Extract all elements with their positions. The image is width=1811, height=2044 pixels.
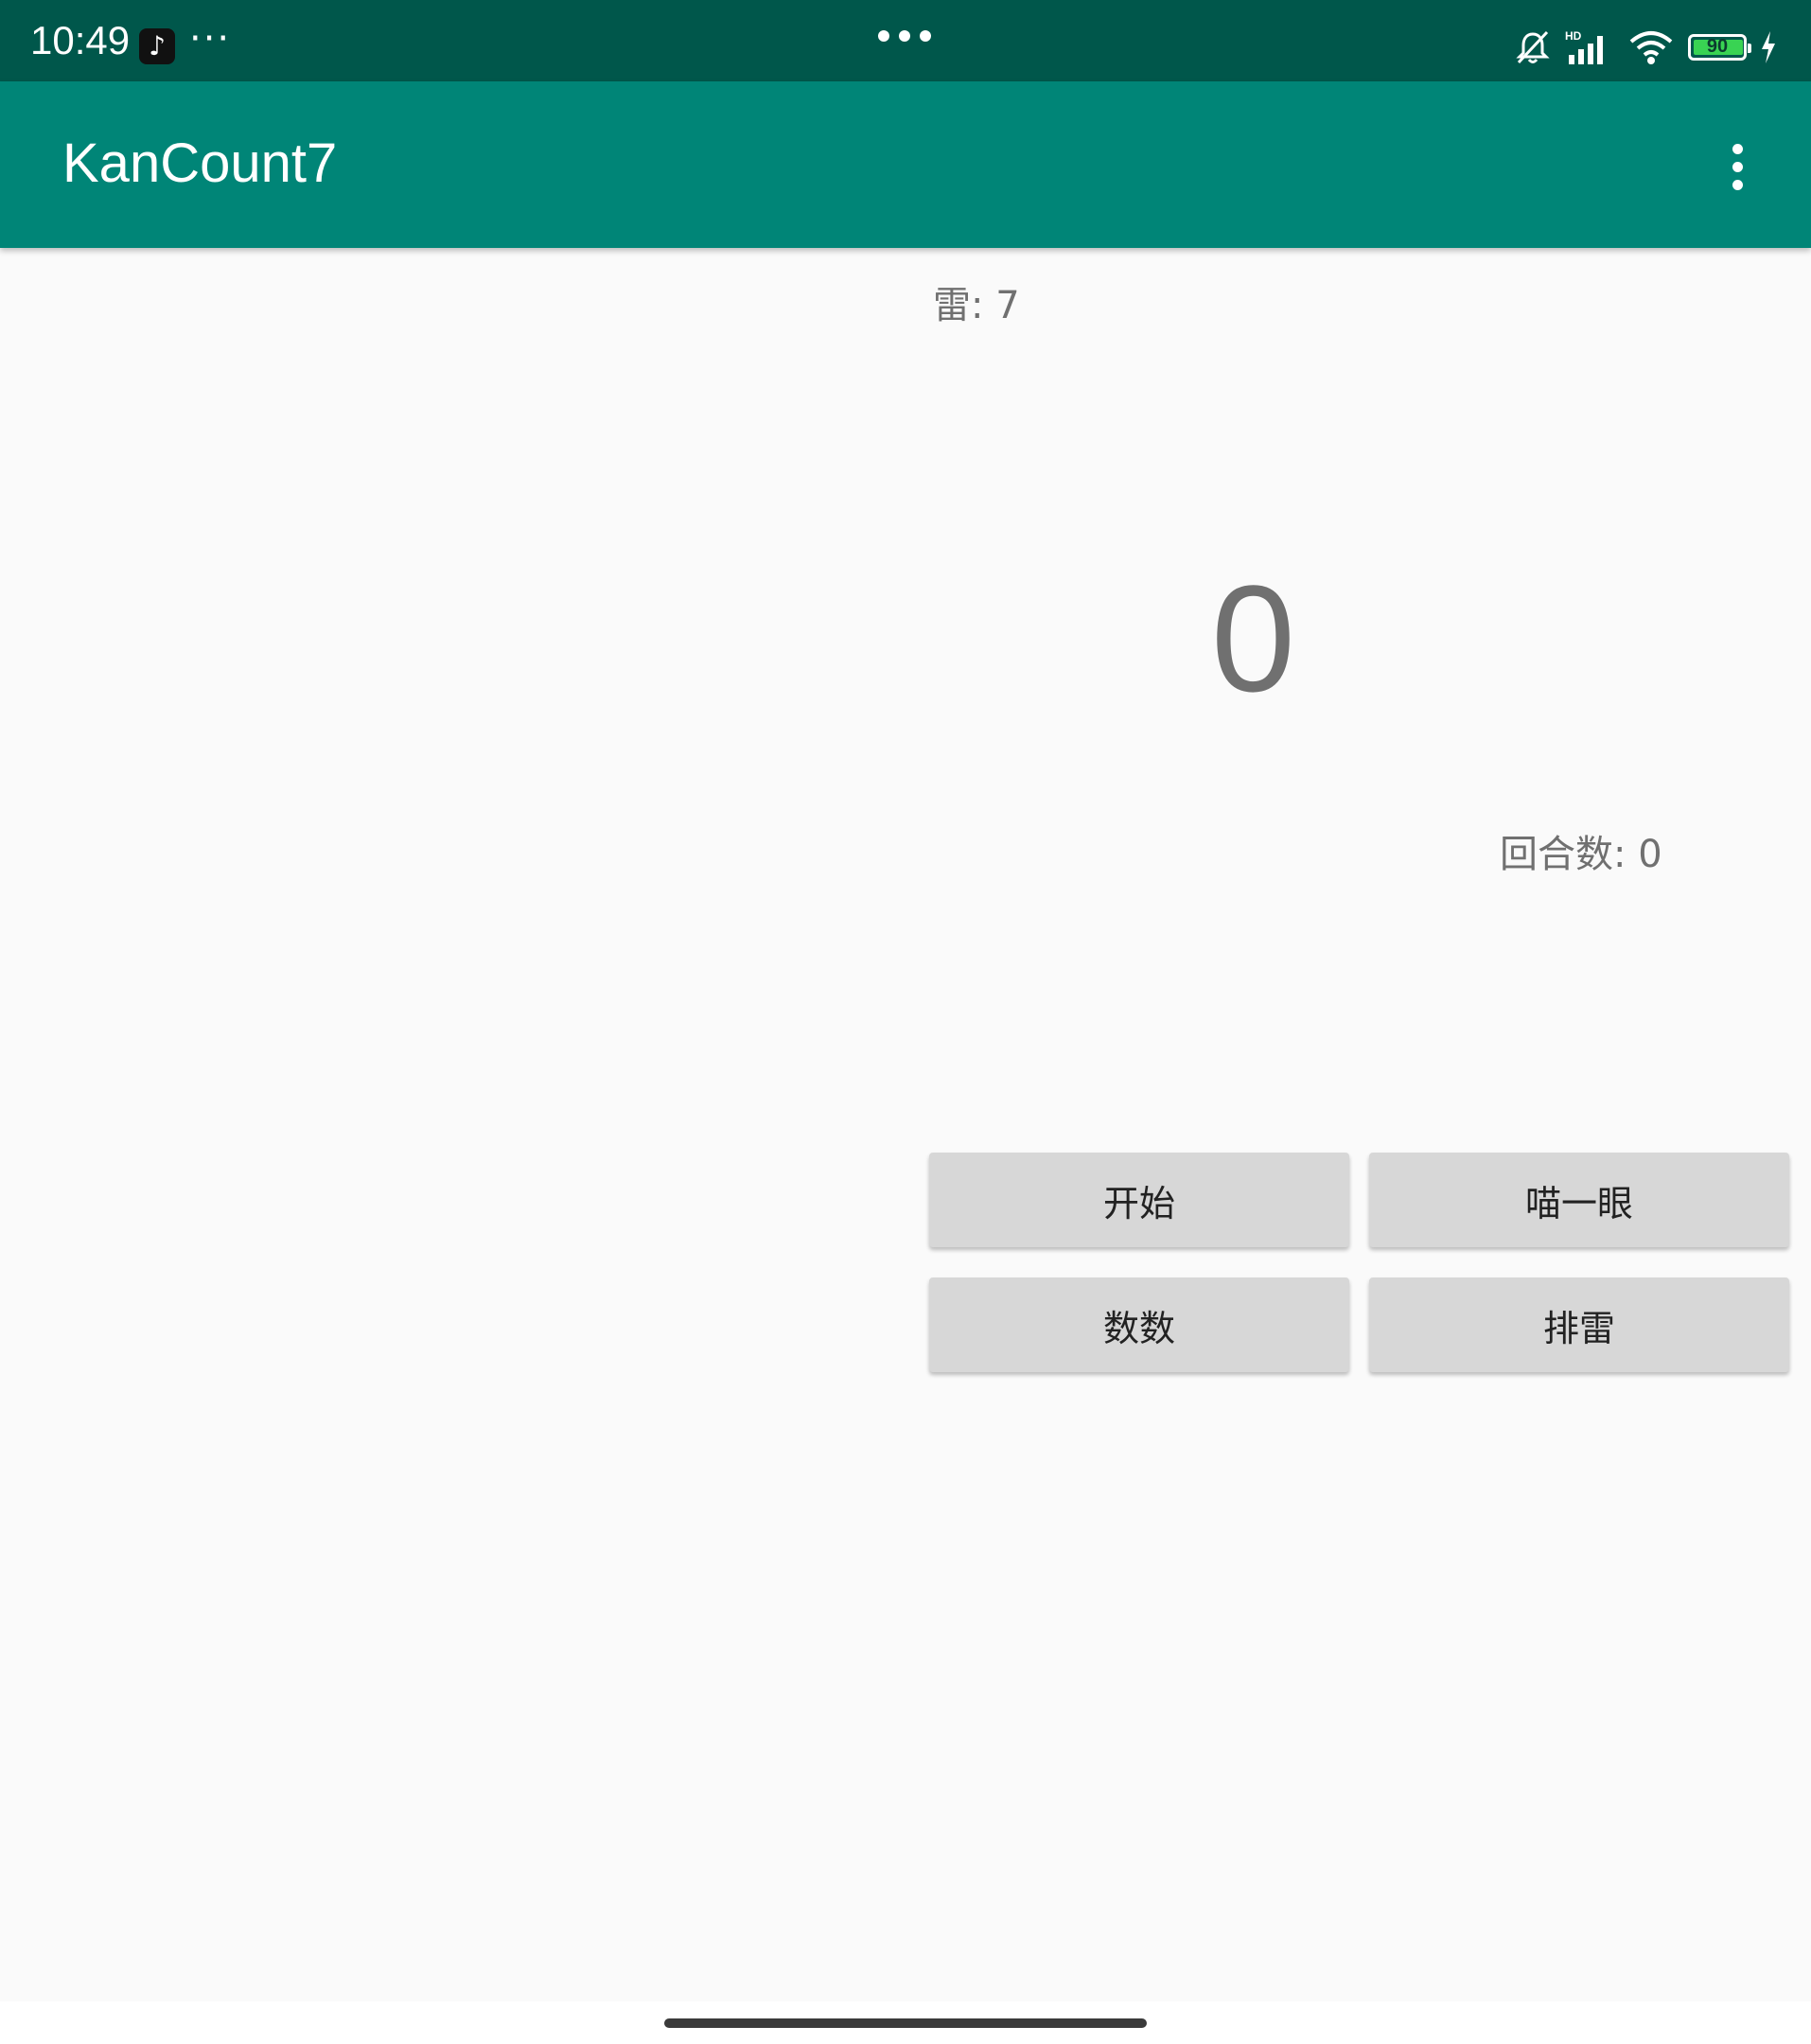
silent-bell-icon [1516, 30, 1550, 64]
mines-label: 雷: 7 [933, 284, 1020, 327]
clear-mines-button[interactable]: 排雷 [1369, 1278, 1789, 1372]
battery-icon: 90 [1688, 34, 1751, 61]
more-notifications-indicator: ··· [189, 17, 232, 61]
count-display: 0 [1211, 554, 1295, 723]
peek-button[interactable]: 喵一眼 [1369, 1153, 1789, 1247]
status-bar: 10:49 ♪ ··· HD 90 [0, 0, 1811, 81]
svg-text:HD: HD [1565, 29, 1582, 43]
charging-icon [1762, 31, 1775, 63]
status-icons: HD 90 [1514, 26, 1777, 68]
multitask-dots-icon[interactable] [878, 30, 931, 42]
home-gesture-handle[interactable] [664, 2018, 1147, 2028]
tiktok-icon: ♪ [139, 28, 175, 64]
wifi-icon [1629, 31, 1673, 64]
rounds-label: 回合数: 0 [1500, 833, 1662, 876]
count-button[interactable]: 数数 [929, 1278, 1349, 1372]
app-title: KanCount7 [62, 132, 338, 194]
battery-level-text: 90 [1706, 36, 1729, 57]
hd-signal-icon: HD [1565, 29, 1603, 64]
overflow-menu-icon[interactable] [1730, 144, 1745, 190]
app-toolbar: KanCount7 [0, 81, 1811, 248]
status-time: 10:49 [30, 18, 131, 62]
start-button[interactable]: 开始 [929, 1153, 1349, 1247]
